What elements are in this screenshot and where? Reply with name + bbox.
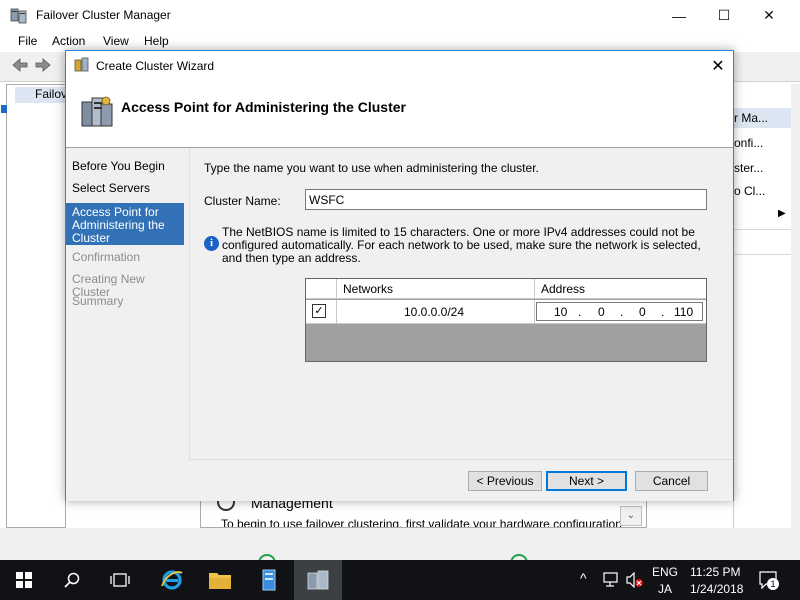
vertical-scrollbar[interactable] bbox=[791, 84, 800, 528]
task-view-icon bbox=[110, 573, 130, 587]
menu-action[interactable]: Action bbox=[52, 34, 85, 48]
cluster-servers-icon bbox=[81, 96, 113, 127]
step-access-point: Access Point for Administering the Clust… bbox=[66, 203, 184, 245]
networks-column-header[interactable]: Networks bbox=[343, 282, 393, 296]
internet-explorer-button[interactable] bbox=[148, 560, 196, 600]
network-icon[interactable] bbox=[603, 572, 621, 588]
actions-divider bbox=[734, 229, 797, 230]
menu-view[interactable]: View bbox=[103, 34, 129, 48]
step-select-servers: Select Servers bbox=[72, 181, 151, 195]
volume-muted-icon[interactable] bbox=[626, 572, 644, 588]
main-close-button[interactable]: ✕ bbox=[746, 0, 792, 31]
notification-count-badge: 1 bbox=[767, 578, 779, 590]
ip-octet-4[interactable]: 110 bbox=[674, 305, 693, 319]
language-indicator[interactable]: ENG bbox=[652, 565, 678, 579]
management-hint: To begin to use failover clustering, fir… bbox=[221, 517, 622, 528]
address-column-header[interactable]: Address bbox=[541, 282, 585, 296]
minimize-button[interactable]: — bbox=[656, 0, 702, 31]
wizard-icon bbox=[74, 57, 89, 72]
wizard-footer: < Previous Next > Cancel bbox=[189, 459, 733, 501]
network-checkbox[interactable]: ✓ bbox=[312, 304, 326, 318]
step-confirmation: Confirmation bbox=[72, 250, 141, 264]
cluster-manager-icon bbox=[307, 570, 329, 590]
step-summary: Summary bbox=[72, 294, 124, 308]
network-cell: 10.0.0.0/24 bbox=[403, 305, 465, 319]
menu-file[interactable]: File bbox=[18, 34, 37, 48]
management-section: Management To begin to use failover clus… bbox=[200, 500, 647, 528]
networks-grid: Networks Address ✓ 10.0.0.0/24 10 . 0 . … bbox=[305, 278, 707, 362]
server-manager-icon bbox=[262, 569, 276, 591]
grid-header: Networks Address bbox=[306, 279, 706, 299]
ip-separator: . bbox=[578, 305, 582, 319]
info-icon: i bbox=[204, 236, 219, 251]
cluster-name-prompt: Type the name you want to use when admin… bbox=[204, 161, 539, 175]
ip-separator: . bbox=[661, 305, 665, 319]
management-heading: Management bbox=[251, 500, 333, 511]
taskbar: ^ ENG JA 11:25 PM 1/24/2018 1 bbox=[0, 560, 800, 600]
navigation-tree: Failov bbox=[1, 84, 67, 528]
wizard-title: Create Cluster Wizard bbox=[96, 59, 215, 73]
wizard-content: Type the name you want to use when admin… bbox=[189, 148, 733, 459]
column-divider bbox=[336, 279, 337, 299]
back-arrow-icon[interactable] bbox=[12, 58, 28, 72]
tree-accent-mark bbox=[1, 105, 7, 113]
previous-button[interactable]: < Previous bbox=[468, 471, 542, 491]
server-manager-button[interactable] bbox=[245, 560, 293, 600]
main-titlebar: Failover Cluster Manager — ☐ ✕ bbox=[0, 0, 800, 31]
tray-chevron-icon[interactable]: ^ bbox=[580, 570, 587, 586]
ip-octet-2[interactable]: 0 bbox=[598, 305, 605, 319]
table-row: ✓ 10.0.0.0/24 10 . 0 . 0 . 110 bbox=[306, 300, 706, 324]
lower-panel bbox=[0, 528, 800, 560]
failover-cluster-manager-taskbar-button[interactable] bbox=[294, 560, 342, 600]
start-button[interactable] bbox=[0, 560, 48, 600]
menu-bar: File Action View Help bbox=[0, 31, 800, 51]
clock-date[interactable]: 1/24/2018 bbox=[690, 582, 743, 596]
file-explorer-button[interactable] bbox=[196, 560, 244, 600]
input-method-indicator[interactable]: JA bbox=[658, 582, 672, 596]
menu-help[interactable]: Help bbox=[144, 34, 169, 48]
actions-divider bbox=[734, 254, 797, 255]
submenu-arrow-icon[interactable]: ▶ bbox=[778, 208, 790, 219]
windows-logo-icon bbox=[16, 572, 32, 588]
clock-time[interactable]: 11:25 PM bbox=[690, 565, 740, 579]
tree-item-label: Failov bbox=[35, 87, 68, 101]
maximize-button[interactable]: ☐ bbox=[701, 0, 747, 31]
ip-address-field[interactable]: 10 . 0 . 0 . 110 bbox=[536, 302, 703, 321]
task-view-button[interactable] bbox=[96, 560, 144, 600]
actions-pane: r Ma... onfi... ster... o Cl... ▶ bbox=[733, 84, 797, 528]
step-before-you-begin: Before You Begin bbox=[72, 159, 165, 173]
scroll-down-button[interactable]: ⌄ bbox=[620, 506, 642, 526]
wizard-page-title: Access Point for Administering the Clust… bbox=[121, 99, 406, 115]
wizard-titlebar: Create Cluster Wizard ✕ bbox=[66, 51, 733, 80]
folder-icon bbox=[209, 573, 231, 589]
forward-arrow-icon[interactable] bbox=[35, 58, 51, 72]
actions-header[interactable]: r Ma... bbox=[734, 108, 797, 128]
column-divider bbox=[534, 300, 535, 324]
next-button[interactable]: Next > bbox=[546, 471, 627, 491]
wizard-header: Access Point for Administering the Clust… bbox=[66, 80, 733, 148]
tree-item-failover-cluster-manager[interactable]: Failov bbox=[15, 87, 67, 103]
action-center-button[interactable]: 1 bbox=[758, 570, 780, 592]
ip-separator: . bbox=[620, 305, 624, 319]
wizard-close-button[interactable]: ✕ bbox=[703, 51, 733, 80]
create-cluster-wizard: Create Cluster Wizard ✕ Access Point for… bbox=[65, 50, 734, 501]
main-window-title: Failover Cluster Manager bbox=[36, 8, 171, 22]
search-button[interactable] bbox=[48, 560, 96, 600]
actions-item-validate[interactable]: onfi... bbox=[734, 136, 792, 150]
cluster-manager-icon bbox=[10, 8, 27, 24]
ip-octet-1[interactable]: 10 bbox=[554, 305, 567, 319]
search-icon bbox=[64, 572, 80, 588]
wizard-steps: Before You Begin Select Servers Access P… bbox=[66, 148, 189, 501]
actions-item-connect[interactable]: o Cl... bbox=[734, 184, 792, 198]
ip-octet-3[interactable]: 0 bbox=[639, 305, 646, 319]
internet-explorer-icon bbox=[161, 570, 183, 590]
section-collapse-icon[interactable] bbox=[217, 501, 235, 511]
cancel-button[interactable]: Cancel bbox=[635, 471, 708, 491]
netbios-info-text: The NetBIOS name is limited to 15 charac… bbox=[222, 225, 701, 265]
cluster-name-label: Cluster Name: bbox=[204, 194, 281, 208]
column-divider bbox=[534, 279, 535, 299]
actions-item-create[interactable]: ster... bbox=[734, 161, 792, 175]
cluster-name-input[interactable] bbox=[305, 189, 707, 210]
